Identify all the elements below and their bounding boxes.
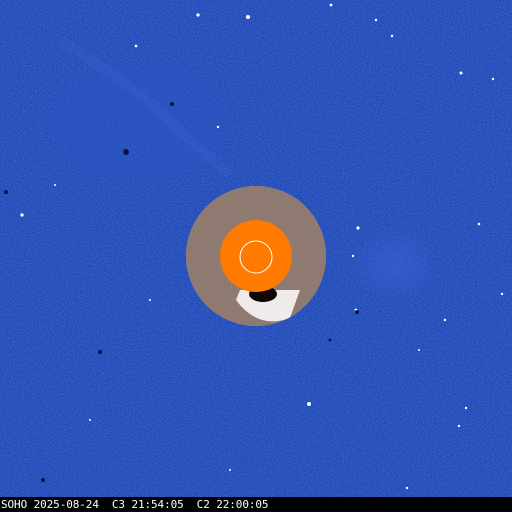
star — [491, 77, 495, 81]
star — [246, 15, 250, 19]
star — [307, 402, 311, 406]
dark-speck — [123, 149, 129, 155]
star — [329, 3, 333, 7]
star — [54, 184, 56, 186]
star — [443, 318, 447, 322]
dark-speck — [41, 478, 45, 482]
star — [405, 486, 409, 490]
star — [229, 469, 231, 471]
star — [418, 349, 420, 351]
dark-speck — [355, 310, 359, 314]
star — [477, 222, 481, 226]
timestamp-caption: SOHO 2025-08-24 C3 21:54:05 C2 22:00:05 — [1, 498, 269, 511]
star — [459, 71, 463, 75]
star — [457, 424, 461, 428]
sun-disk — [220, 220, 292, 292]
star — [500, 292, 504, 296]
star — [20, 213, 24, 217]
star — [374, 18, 378, 22]
dark-speck — [98, 350, 102, 354]
coronagraph-image — [0, 0, 512, 497]
star — [134, 44, 138, 48]
caption-bar: SOHO 2025-08-24 C3 21:54:05 C2 22:00:05 — [0, 497, 512, 512]
star — [149, 299, 151, 301]
star — [89, 419, 91, 421]
coronal-streamer-nw — [50, 60, 230, 180]
dark-speck — [4, 190, 8, 194]
star — [351, 254, 355, 258]
star — [216, 125, 220, 129]
star — [196, 13, 200, 17]
coronal-glow-east — [350, 225, 440, 305]
coronagraph-scene — [0, 0, 512, 497]
dark-speck — [170, 102, 174, 106]
star — [356, 226, 360, 230]
star — [464, 406, 468, 410]
dark-speck — [328, 338, 332, 342]
star — [390, 34, 394, 38]
